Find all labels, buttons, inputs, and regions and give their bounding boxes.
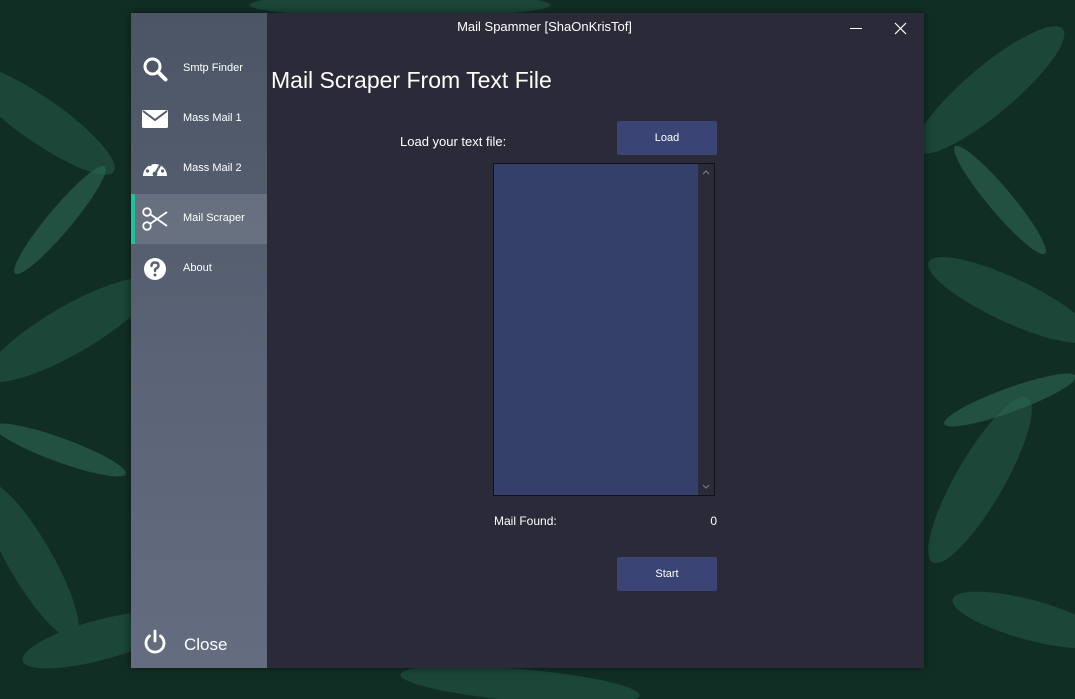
sidebar-item-mail-scraper[interactable]: Mail Scraper: [131, 194, 267, 244]
sidebar-item-label: Mass Mail 2: [183, 162, 242, 174]
window-title: Mail Spammer [ShaOnKrisTof]: [457, 19, 632, 34]
close-label: Close: [184, 635, 228, 654]
minimize-button[interactable]: [841, 15, 871, 41]
start-button[interactable]: Start: [617, 557, 717, 591]
sidebar-item-mass-mail-1[interactable]: Mass Mail 1: [131, 94, 267, 144]
sidebar-item-label: Mass Mail 1: [183, 112, 242, 124]
sidebar-item-label: About: [183, 262, 212, 274]
question-icon: [144, 258, 166, 280]
mail-found-label: Mail Found:: [494, 514, 557, 528]
scroll-up-icon[interactable]: [702, 169, 710, 175]
close-icon: [894, 22, 907, 35]
vertical-scrollbar[interactable]: [698, 164, 714, 495]
minimize-icon: [850, 28, 862, 29]
app-window: Smtp Finder Mass Mail 1 Mass Mail 2 Mail…: [131, 13, 924, 668]
mail-found-count: 0: [710, 514, 717, 528]
mail-text-area[interactable]: [493, 163, 715, 496]
sidebar-item-mass-mail-2[interactable]: Mass Mail 2: [131, 144, 267, 194]
sidebar: Smtp Finder Mass Mail 1 Mass Mail 2 Mail…: [131, 13, 267, 668]
envelope-icon: [142, 110, 168, 128]
power-icon: [144, 629, 166, 654]
dashboard-icon: [143, 160, 167, 177]
page-title: Mail Scraper From Text File: [271, 67, 552, 93]
sidebar-item-about[interactable]: About: [131, 244, 267, 294]
sidebar-item-label: Mail Scraper: [183, 212, 245, 224]
close-window-button[interactable]: [885, 15, 915, 41]
scissors-icon: [142, 207, 168, 231]
sidebar-item-label: Smtp Finder: [183, 62, 243, 74]
load-button[interactable]: Load: [617, 121, 717, 155]
close-app-button[interactable]: Close: [131, 621, 267, 667]
search-icon: [143, 57, 168, 82]
active-indicator: [131, 194, 135, 244]
scroll-down-icon[interactable]: [702, 484, 710, 490]
sidebar-item-smtp-finder[interactable]: Smtp Finder: [131, 44, 267, 94]
load-file-label: Load your text file:: [400, 134, 507, 149]
